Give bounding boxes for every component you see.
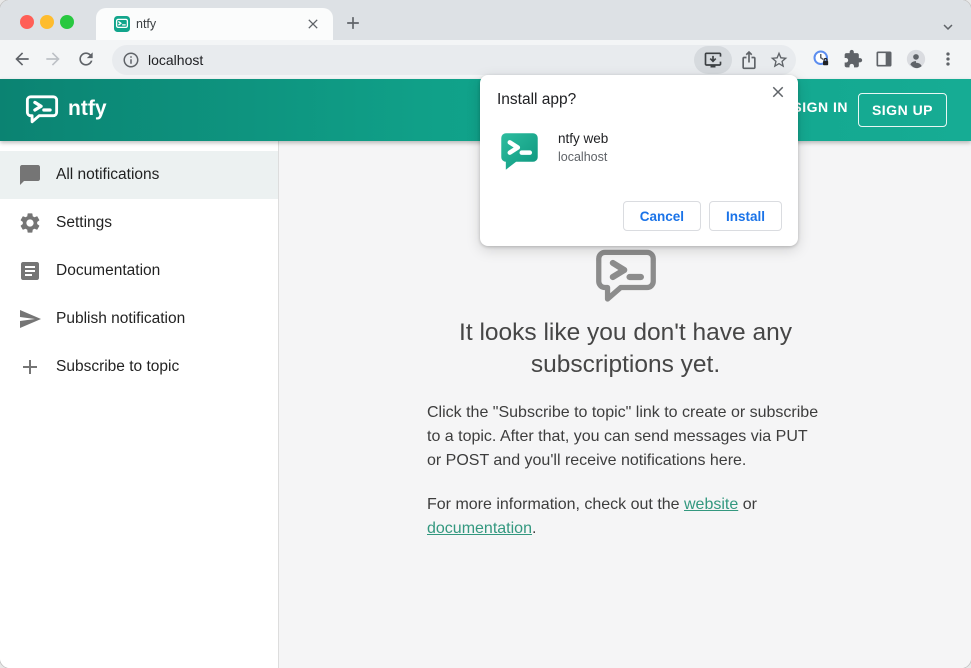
- install-app-button[interactable]: [694, 46, 732, 74]
- site-info-icon[interactable]: [122, 51, 140, 69]
- documentation-link[interactable]: documentation: [427, 520, 532, 537]
- minimize-window-button[interactable]: [40, 15, 54, 29]
- dialog-actions: Cancel Install: [622, 201, 782, 231]
- empty-state-heading: It looks like you don't have any subscri…: [459, 319, 792, 378]
- empty-state-links-paragraph: For more information, check out the webs…: [427, 493, 824, 541]
- p2-suffix: .: [531, 520, 537, 537]
- install-button[interactable]: Install: [708, 201, 782, 231]
- maximize-window-button[interactable]: [60, 15, 74, 29]
- cancel-button[interactable]: Cancel: [622, 201, 701, 231]
- install-app-icon: [704, 52, 722, 68]
- ntfy-favicon-icon: [114, 16, 130, 32]
- sidebar-item-label: Documentation: [56, 262, 161, 279]
- side-panel-icon[interactable]: [874, 49, 894, 69]
- bookmark-star-icon[interactable]: [769, 50, 789, 70]
- sign-up-button[interactable]: SIGN UP: [858, 93, 947, 127]
- empty-state-paragraph: Click the "Subscribe to topic" link to c…: [427, 404, 819, 469]
- sidebar: All notifications Settings Documentation…: [0, 141, 279, 668]
- sidebar-item-label: Subscribe to topic: [56, 358, 180, 375]
- article-icon: [21, 262, 39, 280]
- tab-title: ntfy: [136, 17, 157, 31]
- close-window-button[interactable]: [20, 15, 34, 29]
- sign-in-button[interactable]: SIGN IN: [792, 99, 848, 115]
- website-link[interactable]: website: [684, 496, 738, 513]
- browser-tab-ntfy[interactable]: ntfy: [96, 8, 333, 40]
- browser-toolbar: localhost: [0, 40, 971, 79]
- ntfy-app-icon: [501, 133, 538, 170]
- install-app-dialog: Install app? ntfy web localhost Cancel I…: [480, 75, 798, 246]
- send-icon: [20, 310, 41, 328]
- forward-button[interactable]: [43, 49, 63, 69]
- plus-icon: [23, 360, 37, 374]
- clock-lock-extension-icon[interactable]: [812, 49, 832, 69]
- sidebar-item-label: Publish notification: [56, 310, 186, 327]
- dialog-close-icon[interactable]: [769, 83, 787, 101]
- tab-strip: ntfy: [0, 0, 971, 40]
- ntfy-logo-icon: [25, 95, 59, 124]
- p2-prefix: For more information, check out the: [427, 496, 684, 513]
- sidebar-item-publish-notification[interactable]: Publish notification: [0, 295, 278, 343]
- browser-menu-icon[interactable]: [938, 49, 958, 69]
- sidebar-item-documentation[interactable]: Documentation: [0, 247, 278, 295]
- back-button[interactable]: [12, 49, 32, 69]
- sidebar-item-label: All notifications: [56, 166, 160, 183]
- browser-window: ntfy localhost ntfy SIGN IN SIGN UP All …: [0, 0, 971, 668]
- chat-bubble-icon: [20, 165, 40, 185]
- app-title: ntfy: [68, 97, 107, 120]
- dialog-app-name: ntfy web: [558, 131, 609, 146]
- tab-close-icon[interactable]: [305, 16, 321, 32]
- reload-button[interactable]: [76, 49, 96, 69]
- address-bar[interactable]: localhost: [112, 45, 796, 75]
- dialog-title: Install app?: [497, 91, 577, 108]
- dialog-app-origin: localhost: [558, 150, 608, 164]
- profile-avatar-icon[interactable]: [906, 49, 926, 69]
- sidebar-item-label: Settings: [56, 214, 113, 231]
- gear-icon: [20, 213, 40, 233]
- tab-search-chevron-icon[interactable]: [939, 18, 957, 36]
- sidebar-item-all-notifications[interactable]: All notifications: [0, 151, 278, 199]
- sidebar-item-subscribe-to-topic[interactable]: Subscribe to topic: [0, 343, 278, 391]
- extensions-puzzle-icon[interactable]: [843, 49, 863, 69]
- share-icon[interactable]: [739, 50, 759, 70]
- url-text: localhost: [148, 52, 204, 68]
- p2-middle: or: [738, 496, 757, 513]
- ntfy-empty-state-logo-icon: [595, 249, 656, 302]
- new-tab-button[interactable]: [343, 13, 363, 33]
- sidebar-item-settings[interactable]: Settings: [0, 199, 278, 247]
